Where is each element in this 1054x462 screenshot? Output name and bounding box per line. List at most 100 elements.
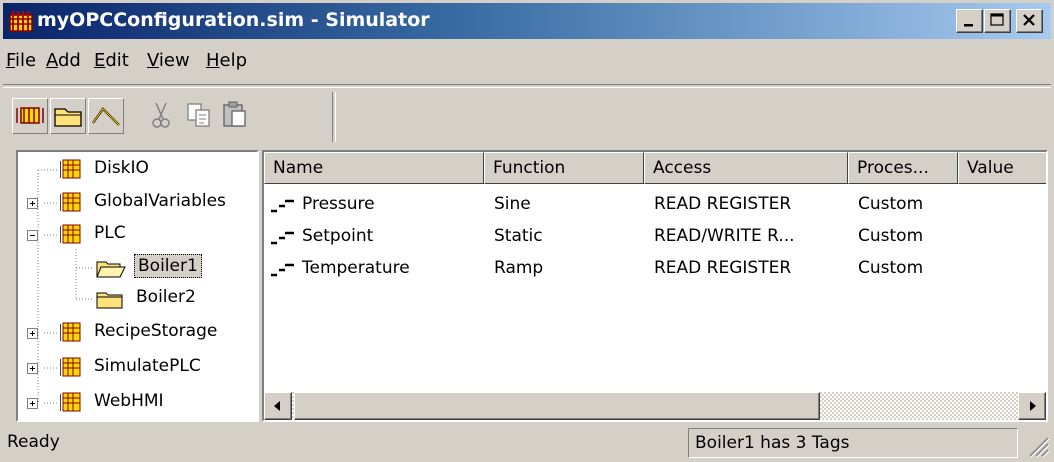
folder-icon <box>96 292 123 309</box>
close-icon <box>1023 14 1035 26</box>
tree-node-recipestorage[interactable]: RecipeStorage <box>18 321 257 349</box>
menu-file[interactable]: File <box>6 50 36 71</box>
cell-function: Sine <box>494 194 531 214</box>
tree-node-boiler1[interactable]: Boiler1 <box>18 254 257 284</box>
scroll-left-button[interactable] <box>264 392 292 420</box>
simulator-window: myOPCConfiguration.sim - Simulator File … <box>0 0 1054 462</box>
table-row[interactable]: Temperature Ramp READ REGISTER Custom <box>264 254 1046 286</box>
cell-access: READ REGISTER <box>654 194 792 214</box>
cut-button[interactable] <box>144 98 180 134</box>
title-bar[interactable]: myOPCConfiguration.sim - Simulator <box>3 3 1051 39</box>
plus-icon <box>30 401 35 406</box>
cell-name: Setpoint <box>302 226 374 246</box>
device-icon <box>60 159 81 179</box>
copy-button[interactable] <box>182 98 218 134</box>
tree-node-label: WebHMI <box>94 391 164 411</box>
cut-icon <box>152 102 170 128</box>
table-row[interactable]: Pressure Sine READ REGISTER Custom <box>264 190 1046 222</box>
tree-node-label: SimulatePLC <box>94 356 201 376</box>
cell-access: READ/WRITE R... <box>654 226 795 246</box>
expand-toggle[interactable] <box>27 198 38 209</box>
tree-node-label: PLC <box>94 223 126 243</box>
column-header-name[interactable]: Name <box>264 152 484 184</box>
status-info-text: Boiler1 has 3 Tags <box>695 433 850 453</box>
tree-node-boiler2[interactable]: Boiler2 <box>18 287 257 315</box>
tag-icon <box>271 263 294 277</box>
tree-node-webhmi[interactable]: WebHMI <box>18 391 257 419</box>
maximize-button[interactable] <box>984 9 1011 33</box>
status-text: Ready <box>7 432 60 452</box>
device-icon <box>60 192 81 212</box>
new-group-icon <box>54 108 82 127</box>
menu-view[interactable]: View <box>147 50 190 71</box>
tag-list[interactable]: Name Function Access Proces... Value Pre… <box>262 150 1048 422</box>
folder-open-icon <box>96 261 126 278</box>
expand-toggle[interactable] <box>27 363 38 374</box>
plus-icon <box>30 366 35 371</box>
minus-icon <box>30 235 35 236</box>
resize-grip-icon[interactable] <box>1024 430 1050 458</box>
column-header-value[interactable]: Value <box>958 152 1046 184</box>
tree-node-plc[interactable]: PLC <box>18 223 257 251</box>
scroll-right-button[interactable] <box>1018 392 1046 420</box>
paste-button[interactable] <box>218 98 254 134</box>
status-bar: Ready <box>3 428 683 458</box>
cell-access: READ REGISTER <box>654 258 792 278</box>
copy-icon <box>187 103 210 127</box>
device-icon <box>60 392 81 412</box>
cell-function: Static <box>494 226 543 246</box>
device-icon <box>60 322 81 342</box>
plus-icon <box>30 201 35 206</box>
plc-grid-icon[interactable] <box>9 9 33 33</box>
arrow-left-icon <box>274 401 280 411</box>
tag-icon <box>271 199 294 213</box>
plus-icon <box>30 331 35 336</box>
column-header-access[interactable]: Access <box>644 152 848 184</box>
new-tag-button[interactable] <box>88 98 124 134</box>
horizontal-scrollbar[interactable] <box>264 392 1046 420</box>
column-header-function[interactable]: Function <box>484 152 644 184</box>
menu-add[interactable]: Add <box>46 50 81 71</box>
new-group-button[interactable] <box>50 98 86 134</box>
status-info-panel: Boiler1 has 3 Tags <box>688 428 1018 458</box>
new-tag-icon <box>92 107 120 126</box>
tag-icon <box>271 231 294 245</box>
arrow-right-icon <box>1030 401 1036 411</box>
maximize-icon <box>990 13 1004 26</box>
device-icon <box>60 224 81 244</box>
tree-node-globalvariables[interactable]: GlobalVariables <box>18 191 257 219</box>
close-button[interactable] <box>1016 9 1043 33</box>
paste-icon <box>223 101 246 127</box>
tree-node-label: Boiler2 <box>136 287 196 307</box>
window-title: myOPCConfiguration.sim - Simulator <box>37 9 430 31</box>
tree-node-label: GlobalVariables <box>94 191 226 211</box>
toolbar-vertical-separator <box>332 92 336 142</box>
minimize-button[interactable] <box>956 9 983 33</box>
tree-node-label: RecipeStorage <box>94 321 218 341</box>
device-tree[interactable]: DiskIO GlobalVariables PLC Boiler1 Boile… <box>16 150 259 422</box>
tree-node-label: Boiler1 <box>134 254 202 278</box>
collapse-toggle[interactable] <box>27 230 38 241</box>
tree-node-simulateplc[interactable]: SimulatePLC <box>18 356 257 384</box>
minimize-icon <box>964 24 973 27</box>
device-icon <box>60 357 81 377</box>
cell-process: Custom <box>858 258 924 278</box>
new-device-button[interactable] <box>12 98 48 134</box>
table-row[interactable]: Setpoint Static READ/WRITE R... Custom <box>264 222 1046 254</box>
cell-name: Temperature <box>302 258 410 278</box>
menu-bar: File Add Edit View Help <box>3 44 1051 78</box>
cell-process: Custom <box>858 194 924 214</box>
menu-help[interactable]: Help <box>206 50 247 71</box>
column-header-process[interactable]: Proces... <box>848 152 958 184</box>
new-device-icon <box>16 107 44 124</box>
cell-name: Pressure <box>302 194 375 214</box>
scroll-thumb[interactable] <box>294 392 820 420</box>
tree-node-label: DiskIO <box>94 158 149 178</box>
expand-toggle[interactable] <box>27 398 38 409</box>
expand-toggle[interactable] <box>27 328 38 339</box>
cell-process: Custom <box>858 226 924 246</box>
tree-node-diskio[interactable]: DiskIO <box>18 158 257 186</box>
toolbar-separator <box>3 84 1051 88</box>
menu-edit[interactable]: Edit <box>94 50 129 71</box>
cell-function: Ramp <box>494 258 544 278</box>
